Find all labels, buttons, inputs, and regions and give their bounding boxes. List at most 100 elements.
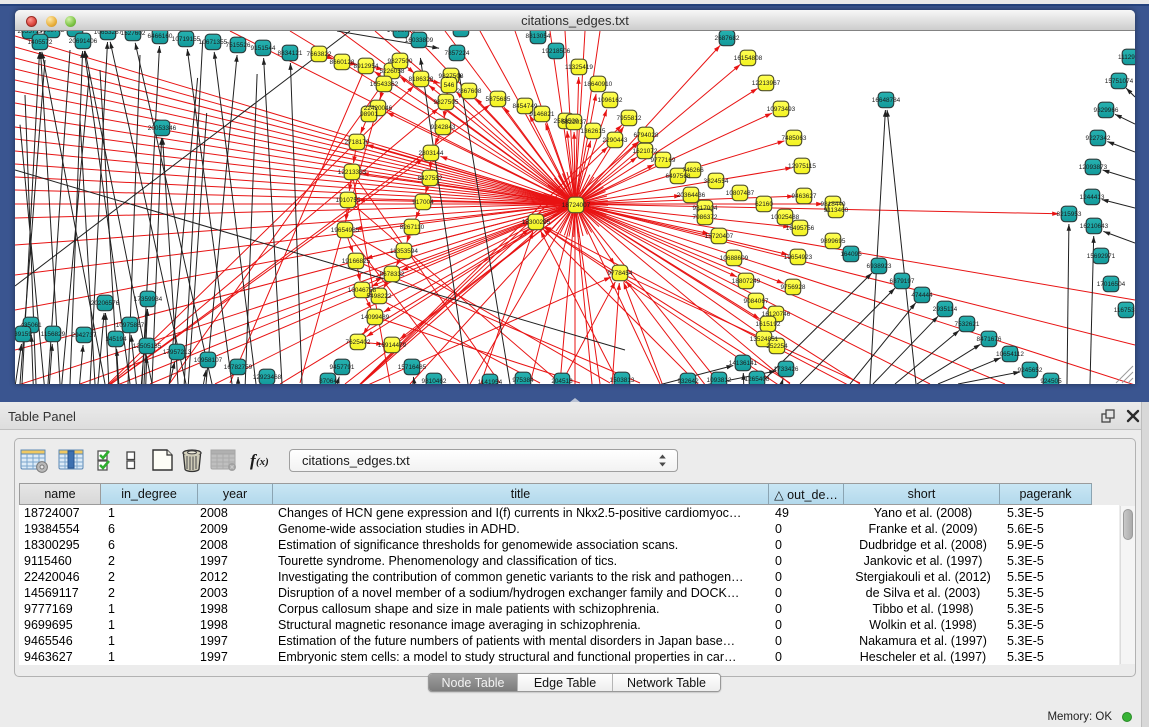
svg-text:8834121: 8834121 <box>278 50 303 57</box>
svg-text:2867608: 2867608 <box>457 88 482 95</box>
svg-text:9827500: 9827500 <box>388 58 413 65</box>
svg-text:87064: 87064 <box>319 378 337 384</box>
svg-text:8660128: 8660128 <box>330 59 355 66</box>
svg-text:18300295: 18300295 <box>522 219 551 226</box>
svg-text:917004: 917004 <box>412 199 434 206</box>
svg-text:9113460: 9113460 <box>824 207 849 214</box>
svg-text:14099489: 14099489 <box>361 314 390 321</box>
svg-text:17016504: 17016504 <box>1097 281 1126 288</box>
svg-text:204518: 204518 <box>551 378 573 384</box>
svg-text:19166825: 19166825 <box>342 258 371 265</box>
svg-text:7955812: 7955812 <box>617 115 642 122</box>
svg-text:10973493: 10973493 <box>767 106 796 113</box>
svg-text:10053809: 10053809 <box>387 31 416 34</box>
svg-text:18807249: 18807249 <box>732 278 761 285</box>
svg-text:11325419: 11325419 <box>565 64 593 71</box>
svg-text:546: 546 <box>444 82 455 89</box>
svg-text:1093812: 1093812 <box>707 377 732 384</box>
svg-text:8454749: 8454749 <box>513 103 538 110</box>
svg-text:6497568: 6497568 <box>666 173 691 180</box>
svg-text:8215953: 8215953 <box>1057 211 1082 218</box>
svg-text:8912954: 8912954 <box>354 63 379 70</box>
svg-text:1503813: 1503813 <box>610 377 635 384</box>
svg-text:16154808: 16154808 <box>734 55 763 62</box>
svg-text:16120746: 16120746 <box>762 311 791 318</box>
svg-text:9317004: 9317004 <box>693 205 718 212</box>
svg-text:8471676: 8471676 <box>977 336 1002 343</box>
svg-text:6794028: 6794028 <box>634 132 659 139</box>
svg-text:1167533: 1167533 <box>1114 307 1135 314</box>
svg-text:13524851: 13524851 <box>750 336 779 343</box>
svg-text:9245652: 9245652 <box>1018 367 1043 374</box>
svg-text:19654985: 19654985 <box>331 227 360 234</box>
svg-text:2718170: 2718170 <box>345 139 370 146</box>
svg-text:10653267: 10653267 <box>94 31 123 36</box>
svg-text:9227342: 9227342 <box>1086 135 1111 142</box>
svg-text:12505135: 12505135 <box>133 343 162 350</box>
svg-text:9777169: 9777169 <box>651 157 676 164</box>
svg-text:7986372: 7986372 <box>693 214 718 221</box>
svg-text:3824554: 3824554 <box>704 178 729 185</box>
svg-text:10807487: 10807487 <box>726 190 755 197</box>
svg-text:2803144: 2803144 <box>419 150 444 157</box>
svg-text:6466160: 6466160 <box>148 33 173 40</box>
svg-text:12093873: 12093873 <box>1079 164 1108 171</box>
svg-text:16648784: 16648784 <box>872 97 901 104</box>
svg-text:474444: 474444 <box>911 292 933 299</box>
svg-text:9084067: 9084067 <box>744 298 769 305</box>
svg-text:9756928: 9756928 <box>781 284 806 291</box>
svg-text:10654112: 10654112 <box>996 351 1024 358</box>
svg-text:1615192: 1615192 <box>756 321 781 328</box>
svg-text:1527602: 1527602 <box>121 31 146 37</box>
svg-text:15716485: 15716485 <box>398 364 427 371</box>
svg-text:1265408: 1265408 <box>745 376 770 383</box>
svg-text:6938923: 6938923 <box>867 263 892 270</box>
svg-text:924505: 924505 <box>1040 378 1062 384</box>
svg-text:10975867: 10975867 <box>116 322 145 329</box>
svg-text:5875685: 5875685 <box>486 96 511 103</box>
svg-text:9242843: 9242843 <box>431 124 456 131</box>
svg-text:1362615: 1362615 <box>581 128 606 135</box>
svg-text:1244413: 1244413 <box>1080 194 1105 201</box>
svg-text:12923468: 12923468 <box>253 374 282 381</box>
svg-text:12213967: 12213967 <box>752 80 781 87</box>
svg-text:1963772: 1963772 <box>40 31 65 34</box>
svg-text:5498222: 5498222 <box>367 293 392 300</box>
svg-text:252254: 252254 <box>766 343 788 350</box>
svg-text:9329966: 9329966 <box>1094 107 1119 114</box>
svg-text:19654923: 19654923 <box>784 254 813 261</box>
svg-text:12975115: 12975115 <box>788 163 816 170</box>
svg-text:7485063: 7485063 <box>782 135 807 142</box>
svg-text:1405572: 1405572 <box>28 39 53 46</box>
svg-text:8267110: 8267110 <box>400 224 425 231</box>
svg-text:8186328: 8186328 <box>409 76 434 83</box>
svg-text:10671355: 10671355 <box>199 39 228 46</box>
svg-text:8813074: 8813074 <box>449 31 474 33</box>
svg-text:6879197: 6879197 <box>890 278 915 285</box>
svg-text:9827508: 9827508 <box>439 73 464 80</box>
svg-text:15720407: 15720407 <box>705 233 734 240</box>
svg-text:14136141: 14136141 <box>729 360 758 367</box>
svg-text:19218506: 19218506 <box>542 48 571 55</box>
svg-text:17359934: 17359934 <box>134 296 163 303</box>
svg-text:435061: 435061 <box>20 322 42 329</box>
svg-text:9827505: 9827505 <box>434 99 459 106</box>
svg-text:20691406: 20691406 <box>69 38 98 45</box>
svg-text:9457791: 9457791 <box>330 364 355 371</box>
svg-text:9778454: 9778454 <box>608 270 633 277</box>
svg-text:1010755: 1010755 <box>336 197 361 204</box>
svg-text:18724007: 18724007 <box>562 202 591 209</box>
svg-text:8427552: 8427552 <box>418 175 443 182</box>
svg-text:2935114: 2935114 <box>933 306 958 313</box>
svg-text:975384: 975384 <box>512 377 534 384</box>
svg-text:5226058: 5226058 <box>380 68 405 75</box>
svg-text:1141954: 1141954 <box>478 379 503 384</box>
svg-text:1733426: 1733426 <box>774 366 799 373</box>
svg-text:10688609: 10688609 <box>720 255 749 262</box>
svg-text:11353594: 11353594 <box>390 248 418 255</box>
svg-text:98901: 98901 <box>360 111 378 118</box>
svg-text:5822037: 5822037 <box>562 119 587 126</box>
svg-text:17957213: 17957213 <box>163 349 192 356</box>
svg-text:20364436: 20364436 <box>677 192 706 199</box>
svg-text:10958107: 10958107 <box>194 357 223 364</box>
